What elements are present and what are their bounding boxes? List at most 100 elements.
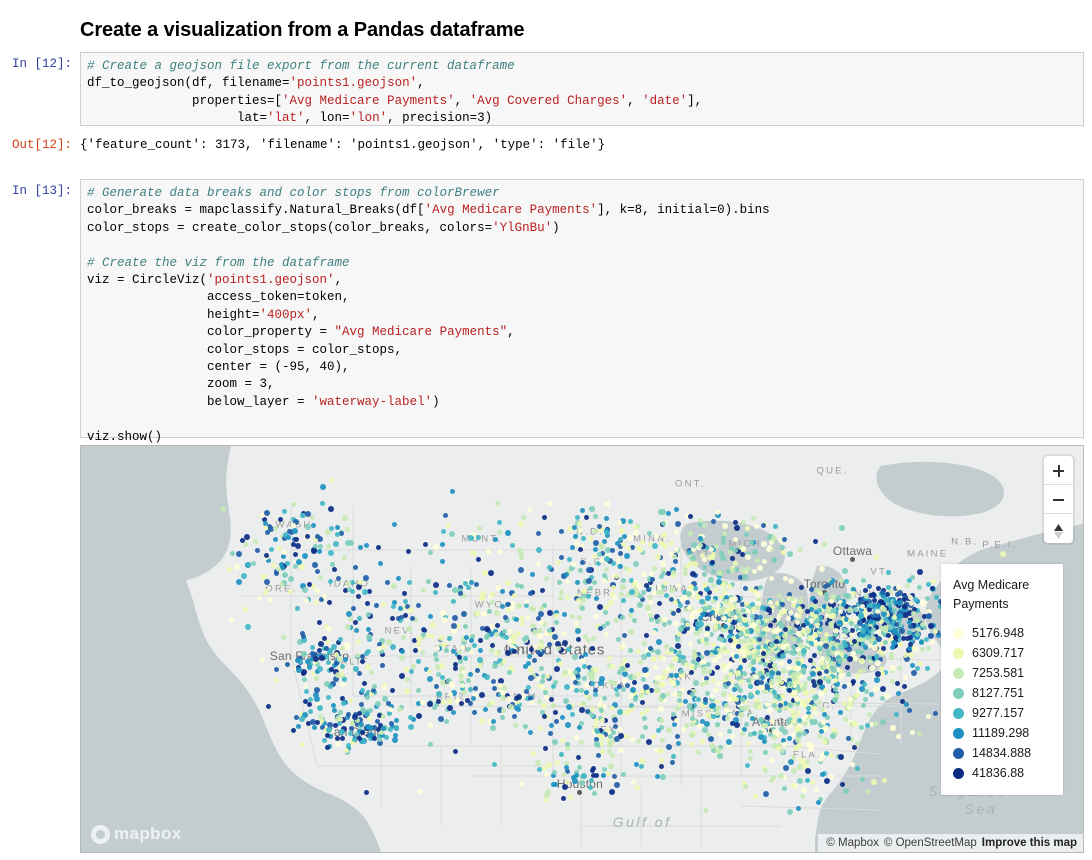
map-data-point[interactable]: [762, 790, 769, 797]
map-data-point[interactable]: [761, 540, 768, 547]
map-data-point[interactable]: [371, 683, 377, 689]
map-data-point[interactable]: [821, 712, 827, 718]
map-data-point[interactable]: [703, 720, 710, 727]
map-data-point[interactable]: [585, 594, 591, 600]
map-data-point[interactable]: [720, 605, 726, 611]
map-data-point[interactable]: [457, 673, 464, 680]
map-data-point[interactable]: [579, 559, 585, 565]
map-data-point[interactable]: [695, 696, 701, 702]
map-data-point[interactable]: [488, 569, 495, 576]
map-data-point[interactable]: [462, 623, 468, 629]
map-data-point[interactable]: [780, 668, 787, 675]
map-data-point[interactable]: [577, 546, 583, 552]
map-data-point[interactable]: [561, 783, 568, 790]
map-data-point[interactable]: [599, 749, 605, 755]
map-data-point[interactable]: [433, 657, 439, 663]
map-data-point[interactable]: [364, 695, 370, 701]
map-data-point[interactable]: [674, 733, 680, 739]
map-data-point[interactable]: [597, 603, 604, 610]
map-data-point[interactable]: [879, 590, 885, 596]
map-data-point[interactable]: [696, 749, 702, 755]
map-data-point[interactable]: [706, 605, 712, 611]
map-data-point[interactable]: [756, 679, 762, 685]
map-data-point[interactable]: [335, 531, 341, 537]
map-data-point[interactable]: [686, 590, 693, 597]
map-data-point[interactable]: [902, 652, 908, 658]
map-data-point[interactable]: [461, 689, 467, 695]
map-data-point[interactable]: [284, 561, 290, 567]
map-data-point[interactable]: [602, 609, 608, 615]
map-data-point[interactable]: [482, 706, 488, 712]
map-data-point[interactable]: [608, 762, 615, 769]
map-data-point[interactable]: [728, 660, 734, 666]
map-data-point[interactable]: [599, 717, 605, 723]
map-data-point[interactable]: [702, 522, 708, 528]
map-data-point[interactable]: [815, 665, 821, 671]
map-data-point[interactable]: [644, 688, 650, 694]
map-data-point[interactable]: [702, 807, 708, 813]
zoom-in-button[interactable]: [1044, 456, 1073, 485]
map-data-point[interactable]: [635, 739, 641, 745]
map-data-point[interactable]: [671, 711, 677, 717]
map-data-point[interactable]: [840, 601, 846, 607]
map-data-point[interactable]: [867, 618, 873, 624]
map-data-point[interactable]: [698, 599, 704, 605]
map-data-point[interactable]: [791, 689, 797, 695]
map-data-point[interactable]: [518, 781, 524, 787]
map-data-point[interactable]: [781, 632, 788, 639]
map-data-point[interactable]: [579, 657, 585, 663]
map-data-point[interactable]: [448, 680, 454, 686]
map-data-point[interactable]: [658, 758, 664, 764]
map-data-point[interactable]: [854, 765, 860, 771]
map-output[interactable]: WASH.ORE.IDAHOMONT.WYO.NEV.UTAHCOLO.CALI…: [80, 445, 1084, 853]
map-data-point[interactable]: [739, 730, 745, 736]
map-data-point[interactable]: [598, 676, 605, 683]
map-data-point[interactable]: [595, 752, 601, 758]
map-data-point[interactable]: [853, 606, 859, 612]
map-data-point[interactable]: [733, 696, 739, 702]
map-data-point[interactable]: [435, 690, 442, 697]
map-data-point[interactable]: [230, 550, 236, 556]
map-data-point[interactable]: [627, 629, 634, 636]
map-data-point[interactable]: [735, 669, 742, 676]
map-data-point[interactable]: [613, 573, 619, 579]
map-data-point[interactable]: [505, 529, 512, 536]
map-data-point[interactable]: [808, 618, 814, 624]
map-data-point[interactable]: [290, 541, 296, 547]
map-data-point[interactable]: [585, 577, 592, 584]
map-data-point[interactable]: [873, 555, 879, 560]
map-data-point[interactable]: [882, 606, 888, 612]
map-data-point[interactable]: [832, 686, 838, 692]
map-data-point[interactable]: [637, 547, 643, 553]
map-data-point[interactable]: [268, 596, 274, 602]
map-data-point[interactable]: [891, 607, 897, 613]
map-data-point[interactable]: [796, 636, 803, 643]
map-data-point[interactable]: [525, 685, 531, 691]
map-data-point[interactable]: [770, 535, 777, 542]
map-data-point[interactable]: [321, 635, 327, 641]
map-data-point[interactable]: [264, 552, 270, 558]
map-data-point[interactable]: [610, 705, 616, 711]
map-data-point[interactable]: [738, 638, 744, 644]
map-data-point[interactable]: [789, 708, 795, 714]
map-data-point[interactable]: [768, 678, 775, 685]
map-data-point[interactable]: [735, 644, 741, 650]
map-data-point[interactable]: [794, 619, 800, 625]
map-data-point[interactable]: [511, 592, 517, 598]
map-data-point[interactable]: [790, 650, 796, 656]
map-data-point[interactable]: [710, 569, 716, 575]
map-data-point[interactable]: [447, 691, 453, 697]
map-data-point[interactable]: [745, 678, 751, 684]
map-data-point[interactable]: [909, 730, 915, 736]
map-data-point[interactable]: [771, 628, 778, 635]
map-data-point[interactable]: [548, 722, 554, 728]
map-data-point[interactable]: [560, 795, 566, 801]
map-data-point[interactable]: [574, 514, 580, 520]
map-data-point[interactable]: [687, 583, 694, 590]
map-data-point[interactable]: [318, 654, 325, 661]
map-data-point[interactable]: [543, 575, 549, 581]
map-data-point[interactable]: [563, 697, 570, 704]
map-data-point[interactable]: [930, 639, 936, 645]
map-data-point[interactable]: [829, 732, 836, 739]
map-data-point[interactable]: [535, 562, 541, 568]
